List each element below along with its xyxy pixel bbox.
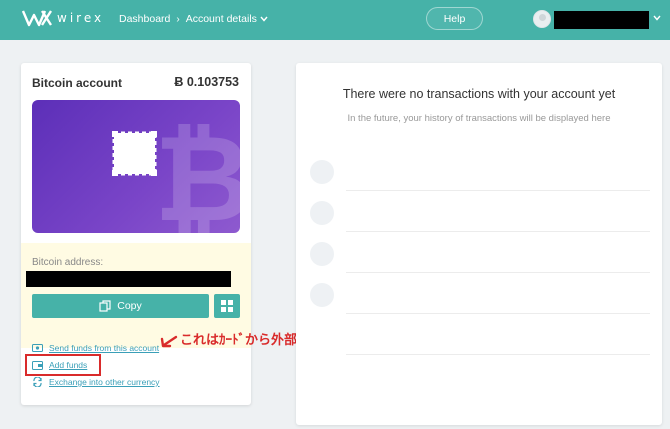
placeholder-row xyxy=(308,201,650,243)
send-icon xyxy=(32,344,43,353)
address-label: Bitcoin address: xyxy=(32,257,104,268)
placeholder-avatar xyxy=(310,201,334,225)
copy-label: Copy xyxy=(117,300,142,312)
annotation-highlight-box xyxy=(25,354,101,376)
copy-icon xyxy=(99,300,111,312)
exchange-icon xyxy=(32,377,43,387)
bitcoin-address-redacted xyxy=(26,271,231,287)
placeholder-row xyxy=(308,242,650,284)
transactions-panel: There were no transactions with your acc… xyxy=(296,63,662,425)
placeholder-divider xyxy=(346,272,650,273)
placeholder-avatar xyxy=(310,283,334,307)
wirex-logo-icon xyxy=(22,10,52,27)
top-navigation-bar: wirex Dashboard › Account details Help xyxy=(0,0,670,40)
empty-transactions-title: There were no transactions with your acc… xyxy=(342,87,616,101)
show-qr-button[interactable] xyxy=(214,294,240,318)
wirex-logo[interactable]: wirex xyxy=(22,9,104,27)
send-funds-link-row: Send funds from this account xyxy=(32,343,159,353)
placeholder-divider xyxy=(346,313,650,314)
placeholder-divider xyxy=(346,354,650,355)
exchange-link[interactable]: Exchange into other currency xyxy=(49,377,160,387)
exchange-link-row: Exchange into other currency xyxy=(32,377,160,387)
placeholder-divider xyxy=(346,231,650,232)
help-button[interactable]: Help xyxy=(426,7,483,30)
bitcoin-watermark-icon: ₿ xyxy=(154,110,240,234)
empty-transactions-subtitle: In the future, your history of transacti… xyxy=(347,113,611,124)
user-menu-chevron-icon[interactable] xyxy=(653,13,661,23)
breadcrumb: Dashboard › Account details xyxy=(119,13,268,25)
chevron-down-icon[interactable] xyxy=(260,14,268,24)
bitcoin-card-graphic: ₿ xyxy=(32,100,240,233)
annotation-arrow-icon xyxy=(160,335,178,348)
placeholder-row xyxy=(308,283,650,325)
account-title: Bitcoin account xyxy=(32,76,123,90)
breadcrumb-dashboard[interactable]: Dashboard xyxy=(119,13,170,25)
placeholder-avatar xyxy=(310,242,334,266)
qr-code-icon[interactable] xyxy=(112,131,157,176)
logo-text: wirex xyxy=(57,11,105,25)
placeholder-divider xyxy=(346,190,650,191)
breadcrumb-separator: › xyxy=(176,13,180,25)
placeholder-row xyxy=(308,324,650,366)
grid-icon xyxy=(221,300,233,312)
avatar[interactable] xyxy=(533,10,551,28)
send-funds-link[interactable]: Send funds from this account xyxy=(49,343,159,353)
username-redacted xyxy=(554,11,649,29)
breadcrumb-account-details[interactable]: Account details xyxy=(186,13,257,25)
placeholder-row xyxy=(308,160,650,202)
placeholder-avatar xyxy=(310,160,334,184)
copy-address-button[interactable]: Copy xyxy=(32,294,209,318)
account-balance: Ƀ 0.103753 xyxy=(174,75,239,89)
